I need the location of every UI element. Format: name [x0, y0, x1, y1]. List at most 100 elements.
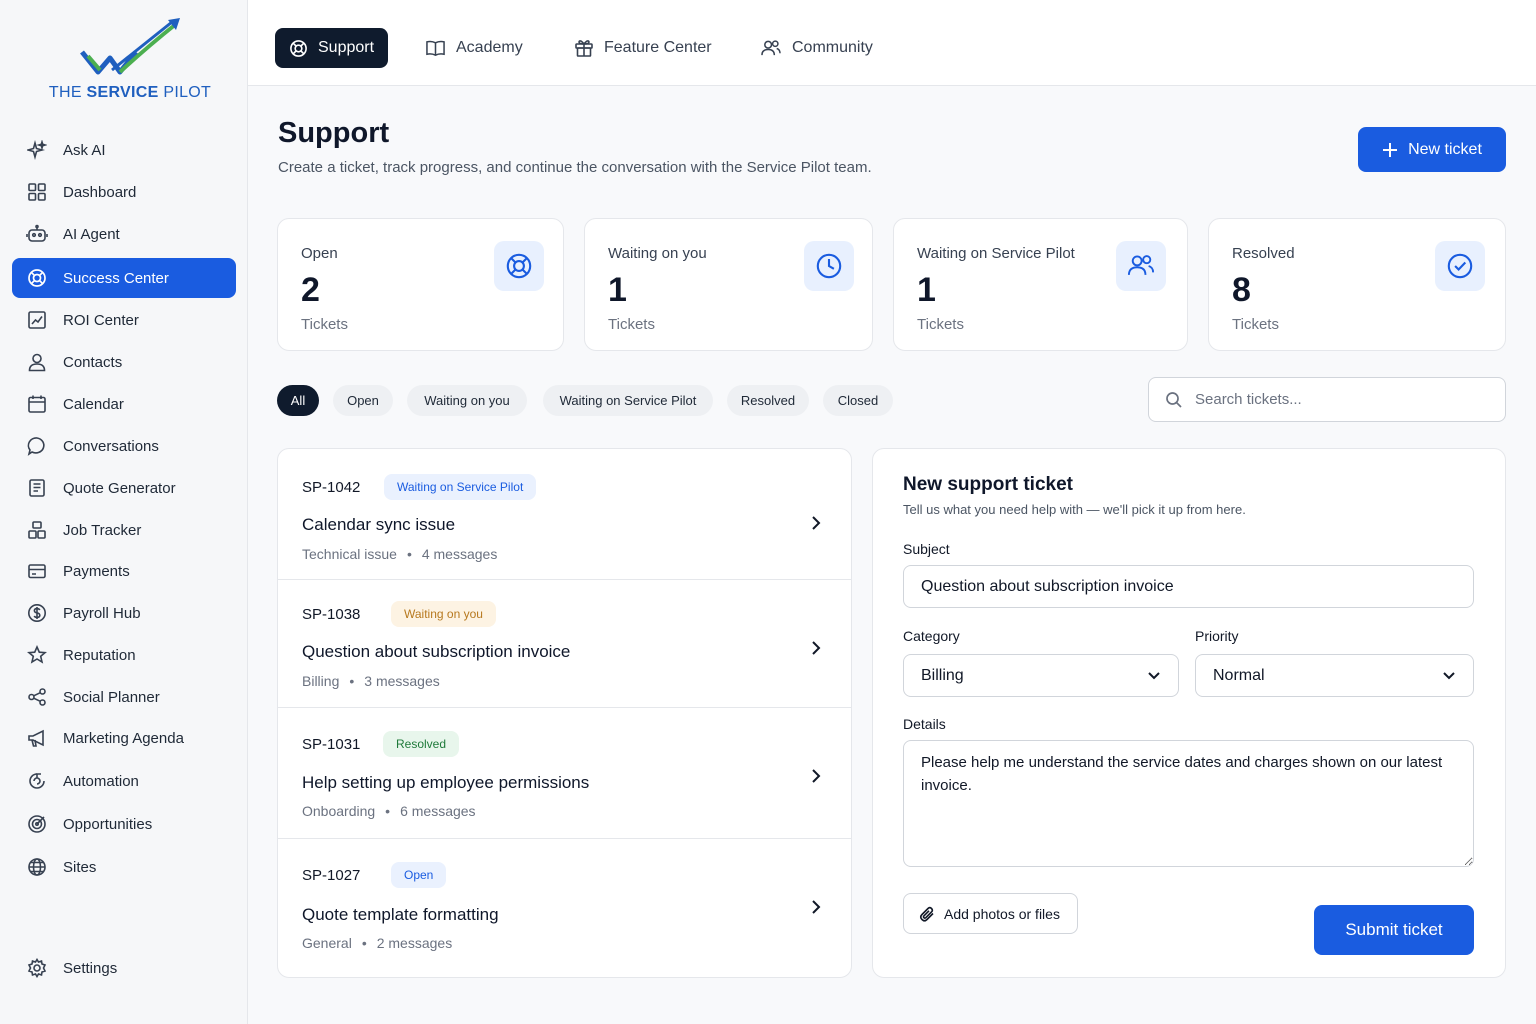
sidebar-item-label: Automation — [63, 772, 139, 790]
filter-open[interactable]: Open — [333, 385, 393, 416]
priority-select[interactable]: Normal — [1195, 654, 1474, 697]
ticket-category: Billing — [302, 673, 340, 689]
sidebar-item-social-planner[interactable]: Social Planner — [12, 677, 236, 717]
ticket-id: SP-1038 — [302, 606, 361, 623]
ticket-message-count: 3 messages — [364, 673, 440, 689]
status-badge: Waiting on you — [391, 601, 496, 627]
sidebar-item-marketing-agenda[interactable]: Marketing Agenda — [12, 718, 236, 758]
stat-value: 1 — [917, 271, 936, 309]
chat-icon — [26, 435, 48, 457]
tab-academy[interactable]: Academy — [425, 28, 523, 68]
page-subtitle: Create a ticket, track progress, and con… — [278, 159, 872, 176]
search-input[interactable] — [1195, 391, 1485, 408]
users-icon — [760, 39, 782, 58]
stat-label: Resolved — [1232, 245, 1295, 262]
subject-input[interactable]: Question about subscription invoice — [903, 565, 1474, 608]
plus-icon — [1382, 142, 1398, 158]
sidebar-item-label: Calendar — [63, 395, 124, 413]
filter-all[interactable]: All — [277, 385, 319, 416]
top-tabs-bar: Support Academy Feature Center Community — [248, 0, 1536, 86]
sidebar-item-label: Ask AI — [63, 141, 106, 159]
filter-waiting-on-you[interactable]: Waiting on you — [407, 385, 527, 416]
lifebuoy-icon — [26, 267, 48, 289]
paperclip-icon — [918, 905, 936, 923]
sidebar-item-label: Marketing Agenda — [63, 729, 184, 747]
sidebar-item-opportunities[interactable]: Opportunities — [12, 804, 236, 844]
tab-community[interactable]: Community — [760, 28, 873, 68]
sidebar-item-label: Conversations — [63, 437, 159, 455]
users-icon — [1116, 241, 1166, 291]
stat-card-open[interactable]: Open 2 Tickets — [277, 218, 564, 351]
filter-resolved[interactable]: Resolved — [727, 385, 809, 416]
ticket-category: Technical issue — [302, 546, 397, 562]
sidebar-item-payroll-hub[interactable]: Payroll Hub — [12, 593, 236, 633]
sidebar-item-label: Payments — [63, 562, 130, 580]
status-badge: Open — [391, 862, 447, 888]
sidebar-item-quote-generator[interactable]: Quote Generator — [12, 468, 236, 508]
status-badge: Resolved — [383, 731, 460, 757]
ticket-row[interactable]: SP-1031 Resolved Help setting up employe… — [278, 708, 851, 839]
user-icon — [26, 351, 48, 373]
sidebar-item-label: Reputation — [63, 646, 136, 664]
sidebar-item-dashboard[interactable]: Dashboard — [12, 172, 236, 212]
sidebar: THE SERVICE PILOT Ask AI Dashboard AI Ag… — [0, 0, 248, 1024]
ticket-row[interactable]: SP-1038 Waiting on you Question about su… — [278, 580, 851, 708]
category-label: Category — [903, 628, 960, 644]
gear-icon — [26, 957, 48, 979]
submit-ticket-button[interactable]: Submit ticket — [1314, 905, 1474, 955]
new-ticket-button[interactable]: New ticket — [1358, 127, 1506, 172]
page-title: Support — [278, 117, 390, 149]
priority-label: Priority — [1195, 628, 1239, 644]
sidebar-item-automation[interactable]: Automation — [12, 761, 236, 801]
filter-closed[interactable]: Closed — [823, 385, 893, 416]
ticket-id: SP-1042 — [302, 479, 361, 496]
ticket-meta: Billing • 3 messages — [302, 673, 440, 689]
sidebar-item-settings[interactable]: Settings — [12, 948, 236, 988]
stat-label: Waiting on Service Pilot — [917, 245, 1075, 262]
sidebar-item-roi-center[interactable]: ROI Center — [12, 300, 236, 340]
category-value: Billing — [921, 666, 964, 684]
ticket-title: Question about subscription invoice — [302, 642, 571, 661]
chart-icon — [26, 309, 48, 331]
sidebar-item-label: Quote Generator — [63, 479, 176, 497]
sidebar-item-calendar[interactable]: Calendar — [12, 384, 236, 424]
ticket-id: SP-1027 — [302, 867, 361, 884]
card-icon — [26, 560, 48, 582]
lifebuoy-icon — [494, 241, 544, 291]
tab-support[interactable]: Support — [275, 28, 389, 68]
subject-label: Subject — [903, 541, 950, 557]
search-icon — [1165, 391, 1183, 409]
sidebar-item-success-center[interactable]: Success Center — [12, 258, 236, 298]
stat-card-waiting-on-service-pilot[interactable]: Waiting on Service Pilot 1 Tickets — [893, 218, 1188, 351]
filter-waiting-on-service-pilot[interactable]: Waiting on Service Pilot — [543, 385, 713, 416]
sidebar-item-ai-agent[interactable]: AI Agent — [12, 214, 236, 254]
stat-value: 8 — [1232, 271, 1251, 309]
sidebar-item-ask-ai[interactable]: Ask AI — [12, 130, 236, 170]
details-textarea[interactable]: Please help me understand the service da… — [903, 740, 1474, 867]
sidebar-item-payments[interactable]: Payments — [12, 551, 236, 591]
sidebar-item-conversations[interactable]: Conversations — [12, 426, 236, 466]
chevron-down-icon — [1147, 671, 1161, 681]
category-select[interactable]: Billing — [903, 654, 1179, 697]
add-files-button[interactable]: Add photos or files — [903, 893, 1078, 934]
ticket-row[interactable]: SP-1027 Open Quote template formatting G… — [278, 839, 851, 977]
ticket-title: Quote template formatting — [302, 905, 499, 924]
sidebar-item-job-tracker[interactable]: Job Tracker — [12, 510, 236, 550]
search-box — [1148, 377, 1506, 422]
share-icon — [26, 686, 48, 708]
sidebar-item-reputation[interactable]: Reputation — [12, 635, 236, 675]
stat-card-resolved[interactable]: Resolved 8 Tickets — [1208, 218, 1506, 351]
ticket-row[interactable]: SP-1042 Waiting on Service Pilot Calenda… — [278, 449, 851, 580]
stat-card-waiting-on-you[interactable]: Waiting on you 1 Tickets — [584, 218, 873, 351]
sidebar-item-label: Sites — [63, 858, 97, 876]
tab-feature-center[interactable]: Feature Center — [574, 28, 712, 68]
brand-logo[interactable]: THE SERVICE PILOT — [40, 18, 220, 108]
ticket-title: Help setting up employee permissions — [302, 773, 590, 792]
sidebar-item-label: ROI Center — [63, 311, 139, 329]
chevron-right-icon — [810, 640, 822, 656]
sidebar-item-contacts[interactable]: Contacts — [12, 342, 236, 382]
stat-unit: Tickets — [1232, 316, 1279, 333]
sidebar-item-sites[interactable]: Sites — [12, 847, 236, 887]
chevron-right-icon — [810, 515, 822, 531]
globe-icon — [26, 856, 48, 878]
